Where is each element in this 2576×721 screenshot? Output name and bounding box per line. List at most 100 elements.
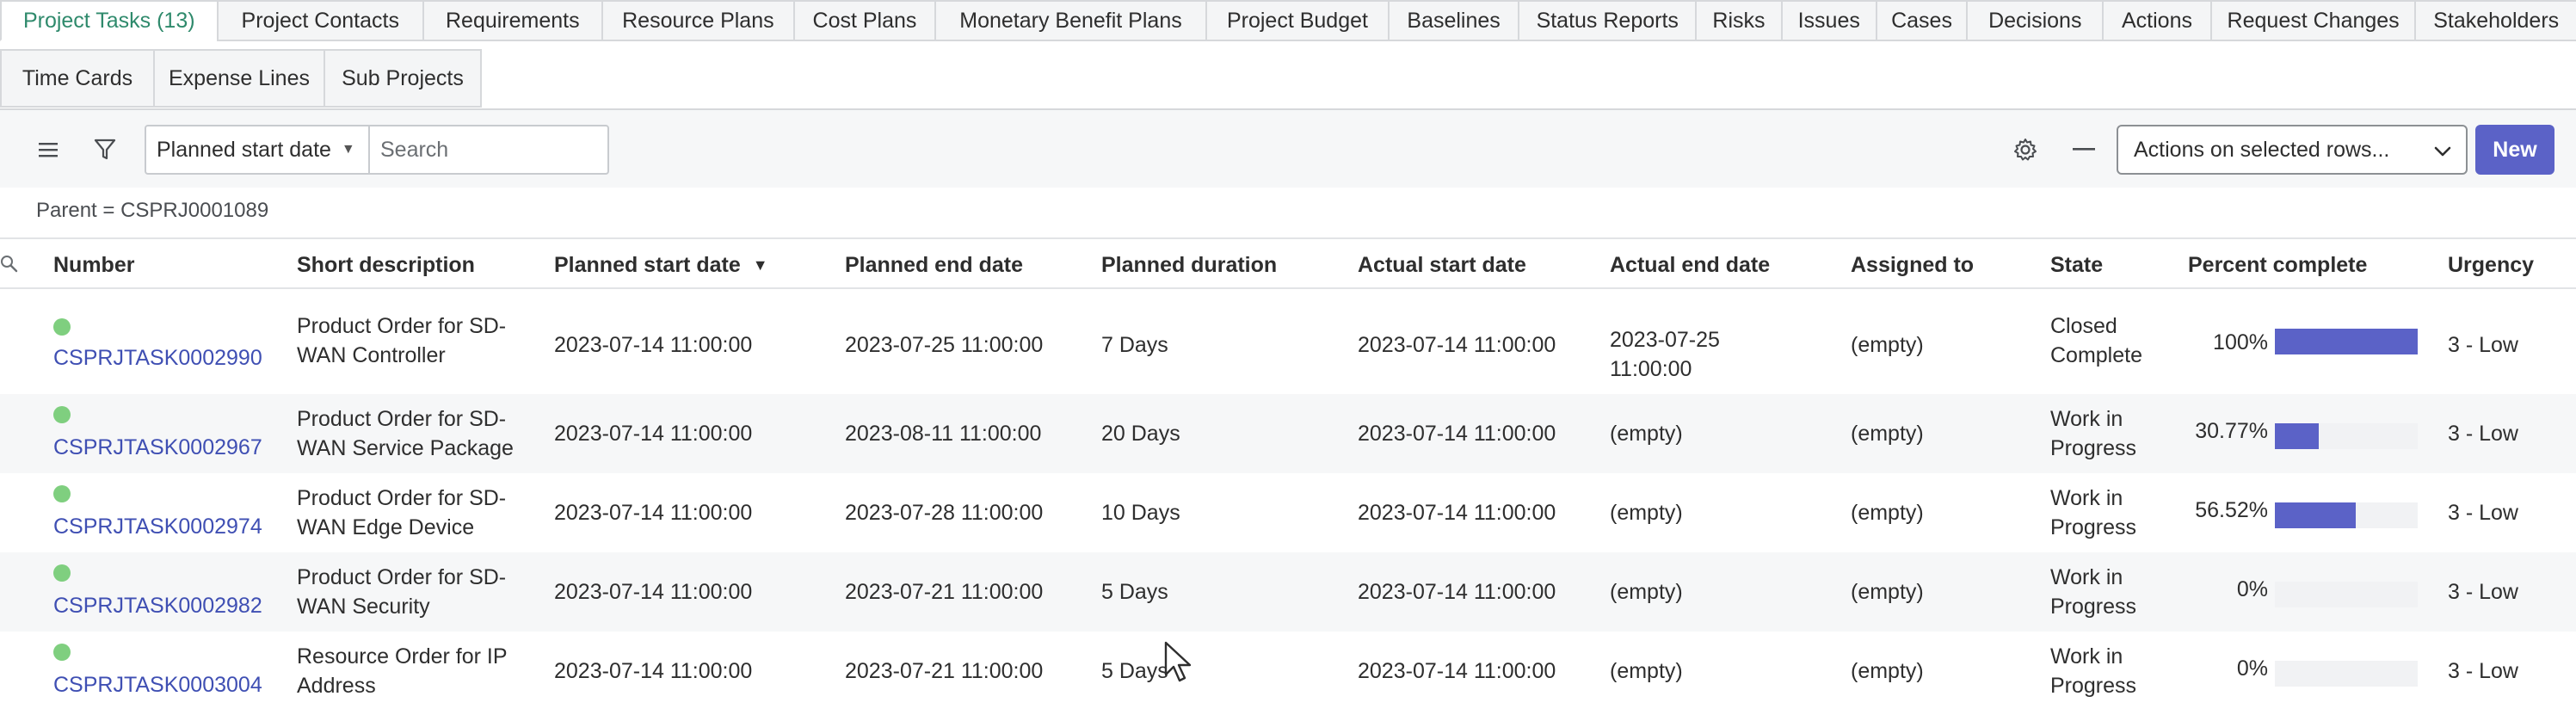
- actual-start-date: 2023-07-14 11:00:00: [1358, 501, 1556, 525]
- collapse-icon[interactable]: [2067, 132, 2101, 167]
- planned-duration: 7 Days: [1101, 333, 1168, 357]
- task-number-link[interactable]: CSPRJTASK0002974: [53, 515, 262, 539]
- column-planned-duration[interactable]: Planned duration: [1101, 253, 1277, 278]
- tab-actions[interactable]: Actions: [2102, 0, 2212, 41]
- tab-baselines[interactable]: Baselines: [1387, 0, 1520, 41]
- search-input[interactable]: [368, 125, 609, 175]
- list-menu-icon[interactable]: [31, 134, 65, 165]
- tab-project-tasks[interactable]: Project Tasks (13): [0, 0, 219, 41]
- planned-duration: 5 Days: [1101, 659, 1168, 683]
- planned-end-date: 2023-07-21 11:00:00: [845, 580, 1044, 604]
- status-dot-icon: [53, 564, 71, 582]
- urgency: 3 - Low: [2448, 501, 2518, 525]
- percent-complete-bar: [2275, 661, 2418, 687]
- percent-complete-fill: [2275, 502, 2356, 528]
- gear-icon[interactable]: [2008, 132, 2043, 167]
- task-number-link[interactable]: CSPRJTASK0002990: [53, 346, 262, 371]
- column-actual-start-date[interactable]: Actual start date: [1358, 253, 1526, 278]
- column-actual-end-date[interactable]: Actual end date: [1610, 253, 1770, 278]
- percent-complete-label: 30.77%: [2195, 419, 2268, 443]
- actions-on-selected-rows-select[interactable]: Actions on selected rows...: [2117, 125, 2468, 175]
- mouse-cursor-icon: [1164, 641, 1192, 682]
- column-number[interactable]: Number: [53, 253, 134, 278]
- tab-stakeholders[interactable]: Stakeholders: [2414, 0, 2576, 41]
- status-dot-icon: [53, 318, 71, 336]
- actual-end-date: (empty): [1610, 422, 1683, 446]
- tab-requirements[interactable]: Requirements: [422, 0, 603, 41]
- tab-time-cards[interactable]: Time Cards: [0, 49, 155, 108]
- status-dot-icon: [53, 406, 71, 423]
- search-column-icon[interactable]: [0, 253, 19, 275]
- planned-start-date: 2023-07-14 11:00:00: [554, 501, 753, 525]
- percent-complete-label: 0%: [2236, 656, 2268, 681]
- filter-icon[interactable]: [88, 132, 122, 167]
- short-description: Product Order for SD- WAN Service Package: [297, 407, 514, 460]
- actual-start-date: 2023-07-14 11:00:00: [1358, 422, 1556, 446]
- actual-start-date: 2023-07-14 11:00:00: [1358, 659, 1556, 683]
- state: Work in Progress: [2050, 486, 2137, 539]
- planned-start-date: 2023-07-14 11:00:00: [554, 333, 753, 357]
- tab-cases[interactable]: Cases: [1875, 0, 1969, 41]
- tab-status-reports[interactable]: Status Reports: [1518, 0, 1698, 41]
- column-state[interactable]: State: [2050, 253, 2103, 278]
- new-button[interactable]: New: [2475, 125, 2554, 175]
- actions-select-label: Actions on selected rows...: [2134, 137, 2390, 162]
- tab-cost-plans[interactable]: Cost Plans: [793, 0, 936, 41]
- planned-start-date: 2023-07-14 11:00:00: [554, 580, 753, 604]
- state: Work in Progress: [2050, 407, 2137, 460]
- column-percent-complete[interactable]: Percent complete: [2188, 253, 2367, 278]
- column-urgency[interactable]: Urgency: [2448, 253, 2534, 278]
- actual-end-date: (empty): [1610, 659, 1683, 683]
- table-header: Number Short description Planned start d…: [0, 237, 2576, 289]
- caret-down-icon: ▼: [341, 142, 355, 157]
- column-planned-start-date[interactable]: Planned start date ▼: [554, 253, 768, 278]
- tab-resource-plans[interactable]: Resource Plans: [601, 0, 796, 41]
- percent-complete-label: 100%: [2213, 330, 2268, 354]
- tab-risks[interactable]: Risks: [1695, 0, 1783, 41]
- table-row[interactable]: CSPRJTASK0002990 Product Order for SD- WA…: [0, 294, 2576, 392]
- search-field-label: Planned start date: [157, 137, 331, 162]
- tab-decisions[interactable]: Decisions: [1966, 0, 2105, 41]
- assigned-to: (empty): [1851, 333, 1924, 357]
- breadcrumb[interactable]: Parent = CSPRJ0001089: [36, 199, 268, 223]
- task-number-link[interactable]: CSPRJTASK0003004: [53, 673, 262, 698]
- tab-project-contacts[interactable]: Project Contacts: [216, 0, 425, 41]
- actual-end-date: (empty): [1610, 580, 1683, 604]
- chevron-down-icon: [2434, 146, 2451, 157]
- percent-complete-label: 56.52%: [2195, 498, 2268, 522]
- planned-end-date: 2023-08-11 11:00:00: [845, 422, 1042, 446]
- tab-expense-lines[interactable]: Expense Lines: [153, 49, 325, 108]
- short-description: Product Order for SD- WAN Controller: [297, 314, 507, 367]
- search-field-select[interactable]: Planned start date ▼: [145, 125, 370, 175]
- assigned-to: (empty): [1851, 659, 1924, 683]
- planned-duration: 5 Days: [1101, 580, 1168, 604]
- tab-request-changes[interactable]: Request Changes: [2209, 0, 2417, 41]
- percent-complete-bar: [2275, 329, 2418, 354]
- table-row[interactable]: CSPRJTASK0003004 Resource Order for IP Ad…: [0, 632, 2576, 711]
- column-short-description[interactable]: Short description: [297, 253, 475, 278]
- column-planned-end-date[interactable]: Planned end date: [845, 253, 1023, 278]
- assigned-to: (empty): [1851, 422, 1924, 446]
- task-number-link[interactable]: CSPRJTASK0002967: [53, 435, 262, 460]
- tab-issues[interactable]: Issues: [1780, 0, 1877, 41]
- percent-complete-bar: [2275, 502, 2418, 528]
- tab-project-budget[interactable]: Project Budget: [1205, 0, 1390, 41]
- planned-start-date: 2023-07-14 11:00:00: [554, 422, 753, 446]
- table-row[interactable]: CSPRJTASK0002974 Product Order for SD- WA…: [0, 473, 2576, 552]
- column-assigned-to[interactable]: Assigned to: [1851, 253, 1974, 278]
- planned-duration: 10 Days: [1101, 501, 1180, 525]
- tab-monetary-benefit-plans[interactable]: Monetary Benefit Plans: [934, 0, 1208, 41]
- assigned-to: (empty): [1851, 501, 1924, 525]
- tab-sub-projects[interactable]: Sub Projects: [324, 49, 482, 108]
- sort-desc-icon: ▼: [752, 256, 768, 274]
- actual-end-date: (empty): [1610, 501, 1683, 525]
- assigned-to: (empty): [1851, 580, 1924, 604]
- task-number-link[interactable]: CSPRJTASK0002982: [53, 594, 262, 619]
- short-description: Product Order for SD- WAN Security: [297, 565, 507, 619]
- planned-start-date: 2023-07-14 11:00:00: [554, 659, 753, 683]
- planned-duration: 20 Days: [1101, 422, 1180, 446]
- table-row[interactable]: CSPRJTASK0002982 Product Order for SD- WA…: [0, 552, 2576, 632]
- short-description: Product Order for SD- WAN Edge Device: [297, 486, 507, 539]
- table-row[interactable]: CSPRJTASK0002967 Product Order for SD- WA…: [0, 394, 2576, 473]
- actual-start-date: 2023-07-14 11:00:00: [1358, 580, 1556, 604]
